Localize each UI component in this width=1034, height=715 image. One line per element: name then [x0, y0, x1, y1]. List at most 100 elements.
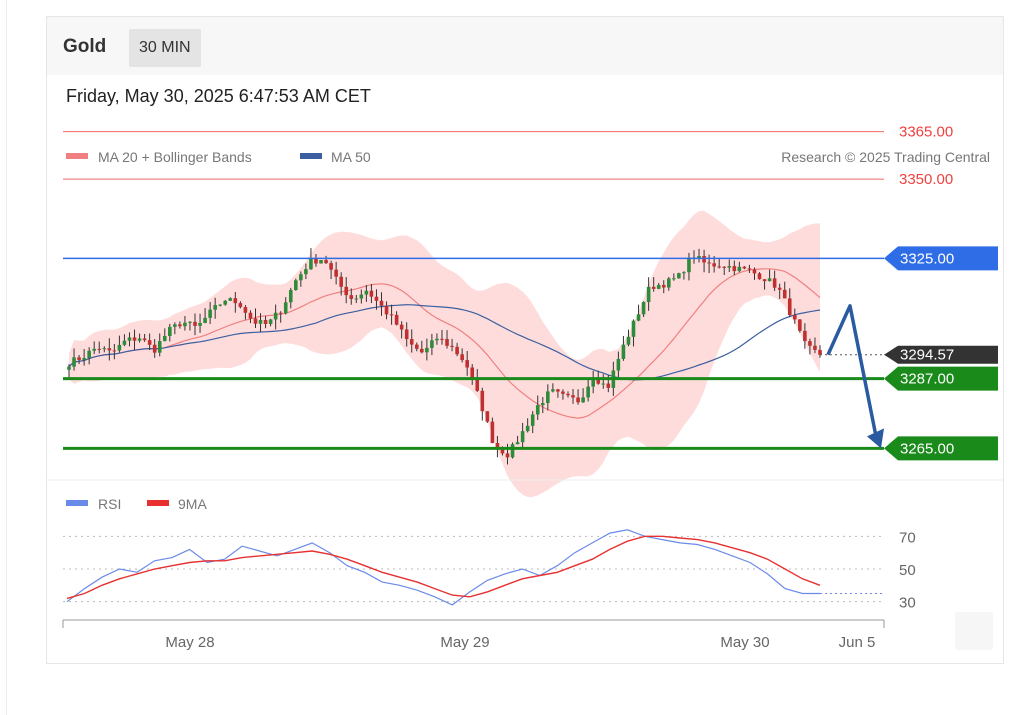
candle-body: [651, 286, 656, 289]
candle-body: [228, 298, 233, 301]
pivot-label: 3325.00: [900, 250, 954, 267]
candle-body: [818, 349, 822, 355]
candle-body: [672, 278, 676, 280]
candle-body: [757, 273, 762, 280]
candle-body: [787, 298, 792, 316]
candle-body: [414, 344, 419, 349]
candle-body: [268, 319, 273, 324]
candle-body: [92, 348, 97, 351]
candle-body: [399, 324, 404, 330]
rsi-tick-label: 70: [899, 529, 916, 546]
candle-body: [188, 321, 192, 323]
candle-body: [772, 278, 777, 288]
candle-body: [425, 347, 429, 353]
rsi-ma-line: [66, 535, 821, 600]
candle-body: [72, 357, 76, 367]
x-tick-label: May 30: [720, 634, 769, 651]
candle-body: [687, 257, 691, 273]
candle-body: [561, 391, 565, 394]
candle-body: [450, 345, 454, 347]
candle-body: [404, 329, 409, 340]
candle-body: [162, 336, 167, 342]
bollinger-band: [69, 210, 820, 498]
candle-body: [440, 338, 444, 340]
resistance-label: 3350.00: [899, 171, 953, 188]
candle-body: [329, 263, 333, 270]
chart-corner-button[interactable]: [955, 612, 993, 650]
current-price-label: 3294.57: [900, 347, 954, 364]
candle-body: [530, 414, 535, 426]
resistance-label: 3365.00: [899, 124, 953, 141]
candle-body: [132, 337, 137, 341]
candle-body: [389, 314, 394, 316]
candle-body: [510, 444, 515, 458]
candle-body: [208, 309, 212, 318]
candle-body: [409, 339, 414, 345]
rsi-tick-label: 50: [899, 562, 916, 579]
candle-body: [117, 344, 122, 351]
candle-body: [465, 360, 469, 368]
candle-body: [248, 312, 253, 319]
rsi-legend-label: RSI: [98, 496, 121, 512]
candle-body: [767, 278, 772, 282]
candle-body: [505, 453, 510, 458]
candle-body: [288, 289, 293, 303]
candle-body: [535, 405, 540, 415]
candle-body: [223, 300, 228, 305]
candle-body: [515, 442, 520, 445]
candle-body: [616, 358, 621, 371]
support-label: 3287.00: [900, 371, 954, 388]
candle-body: [359, 294, 364, 299]
candle-body: [304, 269, 308, 275]
candle-body: [435, 338, 439, 341]
candle-body: [364, 290, 369, 295]
candle-body: [283, 302, 288, 314]
candle-body: [808, 341, 812, 346]
candle-body: [168, 326, 172, 337]
candle-body: [354, 298, 359, 300]
candle-body: [299, 274, 303, 281]
candle-body: [394, 314, 399, 325]
candle-body: [666, 278, 671, 288]
candle-body: [525, 425, 530, 432]
rsi-ma-legend-label: 9MA: [178, 496, 207, 512]
candle-body: [198, 322, 202, 326]
candle-body: [137, 338, 142, 341]
candle-body: [792, 315, 797, 320]
candle-body: [520, 431, 525, 443]
candle-body: [762, 279, 767, 282]
candle-body: [546, 391, 550, 404]
ma50-legend-label: MA 50: [331, 149, 371, 165]
candle-body: [571, 395, 575, 398]
candle-body: [193, 321, 197, 326]
candle-body: [445, 338, 449, 346]
candle-body: [173, 324, 177, 327]
candle-body: [67, 366, 71, 370]
candle-body: [127, 337, 132, 341]
candle-body: [737, 266, 742, 272]
candle-body: [294, 280, 298, 290]
candle-body: [218, 304, 223, 306]
candle-body: [324, 260, 328, 264]
candle-body: [319, 260, 323, 264]
candle-body: [147, 340, 152, 345]
rsi-plot: 30 50 70: [63, 529, 916, 612]
forecast-arrow-path: [826, 304, 878, 437]
ma20-legend-swatch: [66, 153, 88, 159]
candle-body: [178, 324, 182, 327]
candle-body: [77, 357, 81, 360]
x-tick-label: May 29: [440, 634, 489, 651]
candle-body: [576, 397, 580, 403]
candle-body: [631, 320, 636, 337]
candle-body: [253, 318, 258, 324]
candle-body: [258, 319, 263, 324]
x-tick-label: Jun 5: [839, 634, 876, 651]
rsi-legend-swatch: [66, 500, 88, 506]
candle-body: [727, 266, 732, 268]
support-label: 3265.00: [900, 440, 954, 457]
candle-body: [556, 389, 560, 392]
candle-body: [455, 346, 459, 355]
candle-body: [122, 340, 127, 345]
candle-body: [278, 312, 283, 314]
candle-body: [263, 319, 268, 324]
